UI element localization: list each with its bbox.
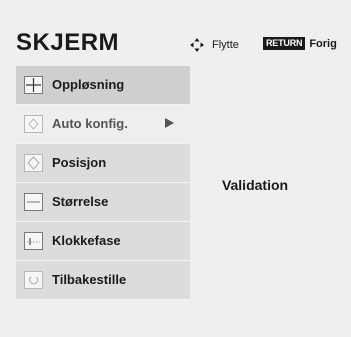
validation-text: Validation — [221, 177, 289, 193]
menu-item-label: Oppløsning — [52, 77, 125, 92]
resolution-crosshair-icon — [24, 76, 43, 94]
submenu-arrow-icon — [165, 118, 174, 128]
menu-item-size[interactable]: Størrelse — [16, 183, 190, 222]
position-icon — [24, 154, 43, 172]
menu-item-label: Klokkefase — [52, 233, 121, 248]
auto-config-icon — [24, 115, 43, 133]
menu-item-auto-config[interactable]: Auto konfig. — [16, 105, 190, 144]
screen-settings-window: SKJERM Flytte RETURN Forig Oppløsning Au… — [0, 0, 351, 337]
menu-item-position[interactable]: Posisjon — [16, 144, 190, 183]
move-hint-label: Flytte — [212, 39, 239, 51]
size-icon — [24, 193, 43, 211]
menu-item-reset[interactable]: Tilbakestille — [16, 261, 190, 300]
menu-item-label: Posisjon — [52, 155, 107, 170]
menu-item-label: Tilbakestille — [52, 272, 127, 287]
menu-item-resolution[interactable]: Oppløsning — [16, 66, 190, 105]
menu-item-label: Auto konfig. — [52, 116, 128, 131]
reset-icon — [24, 271, 43, 289]
return-key-badge: RETURN — [263, 37, 306, 50]
menu-item-label: Størrelse — [52, 194, 109, 209]
move-hint: Flytte — [190, 38, 239, 52]
detail-panel: Validation — [190, 66, 351, 337]
page-title: SKJERM — [16, 29, 120, 56]
return-hint-label: Forig — [309, 37, 337, 50]
clock-phase-icon — [24, 232, 43, 250]
header-bar: SKJERM Flytte RETURN Forig — [0, 0, 351, 66]
menu-item-clock-phase[interactable]: Klokkefase — [16, 222, 190, 261]
return-hint[interactable]: RETURN Forig — [263, 37, 337, 50]
four-way-arrow-icon — [190, 38, 204, 52]
